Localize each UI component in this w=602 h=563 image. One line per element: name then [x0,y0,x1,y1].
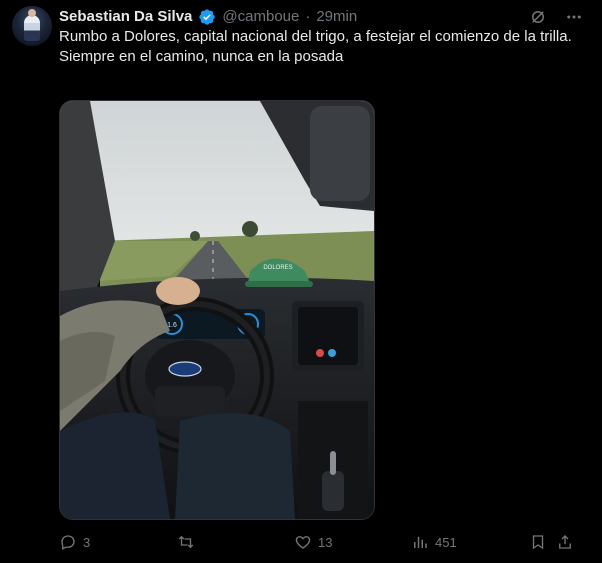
like-icon [295,536,311,549]
views-icon [414,536,427,548]
share-button[interactable] [556,533,574,551]
retweet-button[interactable] [177,533,201,551]
author-handle[interactable]: @camboue [222,7,299,27]
bookmark-button[interactable] [529,533,547,551]
tweet-top-actions [528,7,584,27]
bookmark-icon [532,535,544,550]
cap-text: DOLORES [263,265,292,271]
avatar[interactable] [12,6,52,46]
tweet-photo[interactable]: DOLORES 1.6 103 [59,100,375,520]
views-button[interactable]: 451 [411,533,457,551]
reply-count: 3 [83,534,91,550]
separator-dot: · [305,8,311,25]
grok-icon[interactable] [528,7,548,27]
reply-icon [61,535,75,550]
tweet-time[interactable]: 29min [316,7,357,27]
avatar-figure [24,9,40,41]
views-count: 451 [435,534,457,550]
tweet-actions: 3 13 451 [59,531,579,553]
like-button[interactable]: 13 [294,533,332,551]
retweet-icon [178,535,194,549]
tweet-header: Sebastian Da Silva @camboue · 29min [59,7,527,27]
tweet-text-line-2: Siempre en el camino, nunca en la posada [59,48,344,65]
like-count: 13 [318,534,333,550]
reply-button[interactable]: 3 [59,533,90,551]
tweet[interactable]: Sebastian Da Silva @camboue · 29min Rumb… [0,0,602,563]
author-name[interactable]: Sebastian Da Silva [59,7,192,27]
tweet-text: Rumbo a Dolores, capital nacional del tr… [59,27,579,67]
verified-badge-icon[interactable] [198,8,216,26]
share-icon [559,535,571,549]
tweet-text-line-1: Rumbo a Dolores, capital nacional del tr… [59,28,572,45]
more-icon[interactable] [564,7,584,27]
